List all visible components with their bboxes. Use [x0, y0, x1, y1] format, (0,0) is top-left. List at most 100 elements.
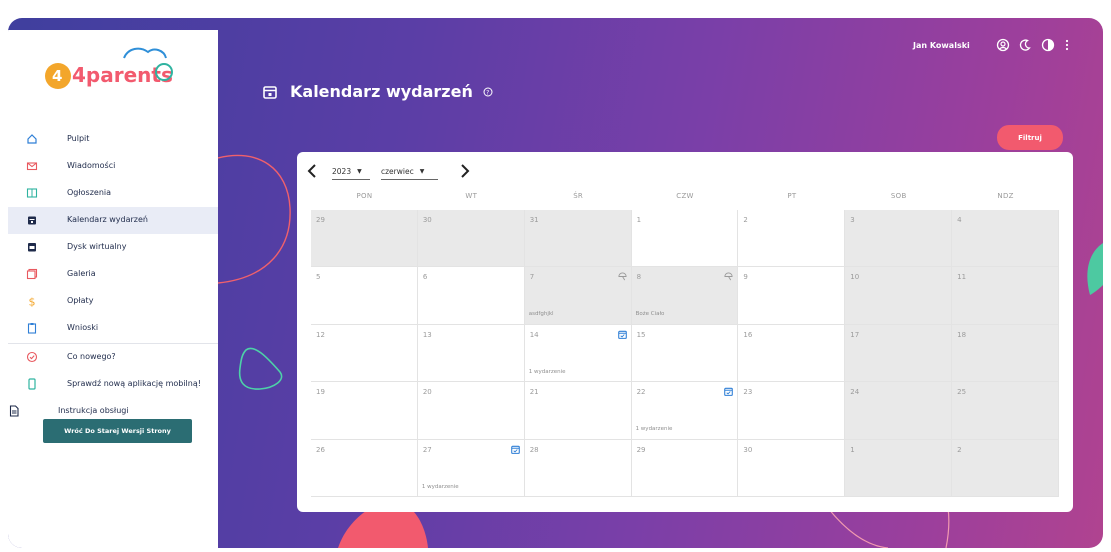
account-icon[interactable]: [996, 38, 1010, 52]
sidebar-item-calendar[interactable]: Kalendarz wydarzeń: [8, 207, 218, 234]
sidebar-item-pulpit[interactable]: Pulpit: [8, 126, 218, 153]
sidebar-item-drive[interactable]: Dysk wirtualny: [8, 234, 218, 261]
day-number: 13: [422, 330, 432, 339]
calendar-day-cell[interactable]: 25: [952, 382, 1059, 440]
calendar-day-cell[interactable]: 30: [738, 439, 846, 497]
day-number: 5: [316, 273, 321, 282]
day-number: 4: [957, 216, 962, 224]
calendar-day-cell[interactable]: 22 1 wydarzenie: [631, 382, 739, 440]
calendar-day-cell[interactable]: 4: [952, 210, 1059, 268]
calendar-day-cell[interactable]: 5: [311, 267, 418, 325]
calendar-day-cell[interactable]: 3: [845, 210, 953, 268]
decor-curve-red: [218, 154, 291, 284]
calendar-day-cell[interactable]: 16: [738, 324, 846, 383]
day-number: 23: [743, 388, 753, 397]
filter-button[interactable]: Filtruj: [997, 125, 1063, 150]
event-icon: [724, 387, 734, 397]
day-number: 11: [957, 273, 967, 282]
day-number: 2: [957, 445, 962, 454]
day-number: 28: [529, 445, 539, 454]
day-event-note: asdfghjkl: [528, 311, 554, 318]
calendar-day-cell[interactable]: 28: [524, 439, 632, 497]
more-vert-icon[interactable]: [1062, 38, 1072, 52]
calendar-day-cell[interactable]: 23: [738, 382, 846, 440]
user-name[interactable]: Jan Kowalski: [913, 41, 970, 50]
old-version-button[interactable]: Wróć Do Starej Wersji Strony: [43, 419, 192, 443]
day-event-note: 1 wydarzenie: [528, 368, 566, 375]
sidebar-item-label: Co nowego?: [67, 352, 116, 361]
day-number: 19: [316, 388, 325, 397]
calendar: 2023 ▼ czerwiec ▼ PON WT ŚR CZW PT SOB N…: [297, 152, 1073, 512]
calendar-day-cell[interactable]: 19: [311, 382, 418, 440]
year-select[interactable]: 2023 ▼: [332, 164, 370, 180]
calendar-grid: 29 30 31 1 2 3 4 5 6 7 asdfghjkl 8 Boże Ciało 9 10 11 12…: [311, 210, 1059, 497]
calendar-day-cell[interactable]: 10: [845, 267, 953, 325]
calendar-day-cell[interactable]: 31: [524, 210, 632, 268]
sidebar-item-requests[interactable]: Wnioski: [8, 315, 218, 342]
calendar-day-cell[interactable]: 24: [845, 382, 953, 440]
calendar-day-cell[interactable]: 2: [952, 439, 1059, 497]
day-event-note: Boże Ciało: [635, 311, 665, 318]
calendar-day-cell[interactable]: 8 Boże Ciało: [631, 267, 739, 325]
day-number: 27: [422, 445, 432, 454]
calendar-day-cell[interactable]: 18: [952, 324, 1059, 383]
calendar-day-cell[interactable]: 12: [311, 324, 418, 383]
day-number: 24: [850, 388, 860, 397]
day-number: 7: [529, 273, 535, 282]
calendar-day-cell[interactable]: 7 asdfghjkl: [524, 267, 632, 325]
dark-mode-icon[interactable]: [1018, 38, 1032, 52]
sidebar-item-label: Kalendarz wydarzeń: [67, 215, 148, 224]
help-icon[interactable]: ?: [483, 87, 493, 97]
contrast-icon[interactable]: [1041, 38, 1055, 52]
calendar-day-cell[interactable]: 13: [417, 324, 525, 383]
mobile-icon: [28, 378, 36, 390]
calendar-day-cell[interactable]: 26: [311, 439, 418, 497]
calendar-day-cell[interactable]: 14 1 wydarzenie: [524, 324, 632, 383]
year-select-value: 2023: [332, 167, 352, 176]
calendar-day-cell[interactable]: 2: [738, 210, 846, 268]
sidebar-item-payments[interactable]: $ Opłaty: [8, 288, 218, 315]
calendar-day-cell[interactable]: 27 1 wydarzenie: [417, 439, 525, 497]
sidebar-item-whats-new[interactable]: Co nowego?: [8, 344, 218, 371]
calendar-day-cell[interactable]: 29: [311, 210, 418, 268]
day-number: 1: [850, 445, 855, 454]
calendar-day-cell[interactable]: 30: [417, 210, 525, 268]
day-number: 22: [636, 388, 646, 397]
holiday-icon: [617, 272, 627, 281]
day-number: 6: [422, 273, 428, 282]
day-event-note: 1 wydarzenie: [635, 426, 673, 433]
sidebar-item-announcements[interactable]: Ogłoszenia: [8, 180, 218, 207]
calendar-day-cell[interactable]: 11: [952, 267, 1059, 325]
day-number: 10: [850, 273, 860, 282]
chevron-down-icon: ▼: [419, 168, 425, 175]
sidebar-item-messages[interactable]: Wiadomości: [8, 153, 218, 180]
calendar-day-cell[interactable]: 6: [417, 267, 525, 325]
dollar-icon: $: [29, 296, 36, 308]
month-select[interactable]: czerwiec ▼: [381, 164, 438, 180]
calendar-day-cell[interactable]: 9: [738, 267, 846, 325]
day-number: 1: [636, 216, 642, 224]
sidebar-item-gallery[interactable]: Galeria: [8, 261, 218, 288]
sidebar-item-label: Pulpit: [67, 134, 90, 143]
day-number: 9: [743, 273, 748, 282]
sidebar-item-label: Wiadomości: [67, 161, 116, 170]
sidebar-item-label: Wnioski: [67, 323, 99, 332]
calendar-day-cell[interactable]: 29: [631, 439, 739, 497]
sidebar-item-mobile-app[interactable]: Sprawdź nową aplikację mobilną!: [8, 371, 218, 398]
calendar-day-cell[interactable]: 15: [631, 324, 739, 383]
calendar-day-cell[interactable]: 1: [845, 439, 953, 497]
gallery-icon: [26, 268, 38, 280]
day-number: 17: [850, 330, 860, 339]
weekday-label: PT: [787, 192, 797, 200]
chevron-right-icon[interactable]: [458, 162, 472, 180]
weekday-label: ŚR: [573, 192, 584, 200]
calendar-day-cell[interactable]: 17: [845, 324, 953, 383]
holiday-icon: [724, 272, 733, 281]
document-icon: [9, 405, 19, 417]
calendar-day-cell[interactable]: 21: [524, 382, 632, 440]
weekday-label: NDZ: [997, 192, 1014, 200]
calendar-day-cell[interactable]: 1: [631, 210, 739, 268]
chevron-left-icon[interactable]: [305, 162, 319, 180]
calendar-day-cell[interactable]: 20: [417, 382, 525, 440]
app-logo[interactable]: 4 4parents: [36, 44, 186, 94]
